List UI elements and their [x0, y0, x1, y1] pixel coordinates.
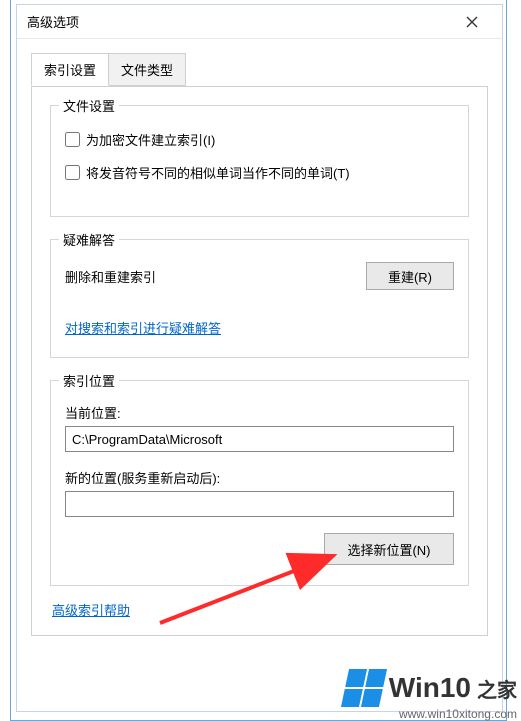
troubleshoot-title: 疑难解答 [59, 230, 119, 249]
encrypted-checkbox-row: 为加密文件建立索引(I) [65, 130, 454, 149]
current-location-field[interactable] [65, 426, 454, 452]
tab-file-types[interactable]: 文件类型 [108, 53, 186, 86]
select-new-location-button[interactable]: 选择新位置(N) [324, 533, 454, 565]
advanced-index-help-link[interactable]: 高级索引帮助 [52, 603, 130, 618]
titlebar: 高级选项 [17, 5, 502, 39]
close-icon [466, 16, 478, 28]
tab-panel-index-settings: 文件设置 为加密文件建立索引(I) 将发音符号不同的相似单词当作不同的单词(T)… [31, 86, 488, 636]
troubleshoot-link[interactable]: 对搜索和索引进行疑难解答 [65, 321, 221, 336]
index-location-group: 索引位置 当前位置: 新的位置(服务重新启动后): 选择新位置(N) [50, 380, 469, 586]
new-location-field[interactable] [65, 491, 454, 517]
tab-index-settings[interactable]: 索引设置 [31, 53, 109, 86]
current-location-label: 当前位置: [65, 403, 454, 422]
new-location-label: 新的位置(服务重新启动后): [65, 468, 454, 487]
troubleshoot-desc: 删除和重建索引 [65, 267, 156, 286]
dialog-content: 索引设置 文件类型 文件设置 为加密文件建立索引(I) 将发音符号不同的相似单词… [17, 39, 502, 646]
encrypted-checkbox[interactable] [65, 132, 80, 147]
file-settings-title: 文件设置 [59, 96, 119, 115]
rebuild-button[interactable]: 重建(R) [366, 262, 454, 290]
diacritic-checkbox-row: 将发音符号不同的相似单词当作不同的单词(T) [65, 163, 454, 182]
advanced-options-dialog: 高级选项 索引设置 文件类型 文件设置 为加密文件建立索引(I) [16, 4, 503, 712]
diacritic-checkbox[interactable] [65, 165, 80, 180]
close-button[interactable] [452, 8, 492, 36]
encrypted-label: 为加密文件建立索引(I) [86, 130, 215, 149]
troubleshoot-group: 疑难解答 删除和重建索引 重建(R) 对搜索和索引进行疑难解答 [50, 239, 469, 358]
tab-bar: 索引设置 文件类型 [31, 53, 488, 87]
index-location-title: 索引位置 [59, 371, 119, 390]
dialog-title: 高级选项 [27, 12, 79, 31]
file-settings-group: 文件设置 为加密文件建立索引(I) 将发音符号不同的相似单词当作不同的单词(T) [50, 105, 469, 217]
diacritic-label: 将发音符号不同的相似单词当作不同的单词(T) [86, 163, 350, 182]
